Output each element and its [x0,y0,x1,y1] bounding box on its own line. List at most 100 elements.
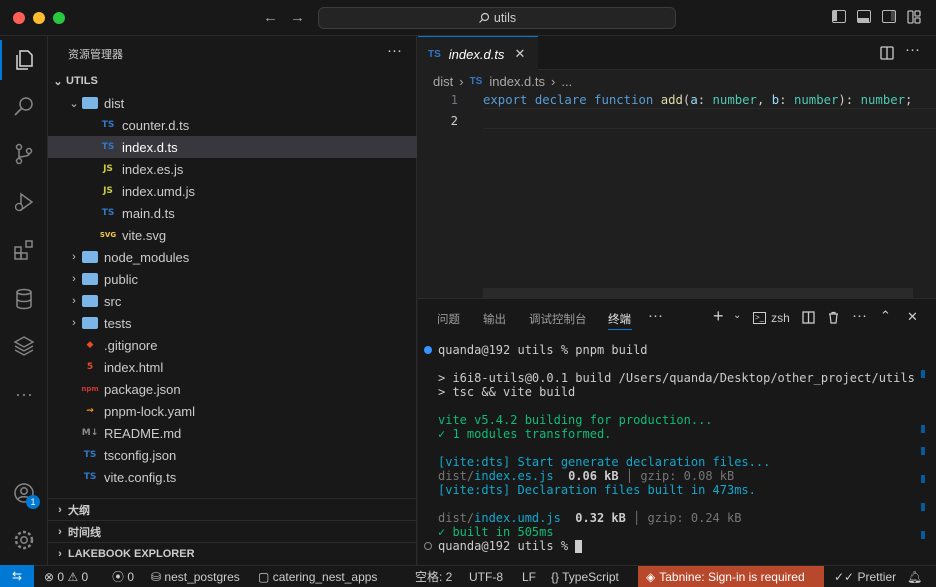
file-item[interactable]: ⇝ pnpm-lock.yaml [48,400,417,422]
editor-more-icon[interactable]: ··· [905,41,920,58]
folder-icon [82,251,98,263]
db-connection-indicator[interactable]: ⛁ nest_postgres [151,569,240,585]
file-item[interactable]: TS vite.config.ts [48,466,417,488]
section-lakebook[interactable]: › LAKEBOOK EXPLORER [48,542,417,564]
horizontal-scrollbar[interactable] [483,288,913,298]
terminal-line: dist/index.es.js 0.06 kB │ gzip: 0.08 kB [438,469,734,483]
tab-terminal[interactable]: 终端 [608,311,631,327]
breadcrumb-file[interactable]: index.d.ts [489,74,545,89]
ts-file-icon: TS [469,76,483,87]
folder-item[interactable]: › public [48,268,417,290]
run-debug-icon[interactable] [0,182,48,222]
terminal-line: > tsc && vite build [438,385,576,399]
active-tab-underline [608,329,632,330]
maximize-panel-chevron-up-icon[interactable]: ⌃ [880,308,891,324]
breadcrumb-symbol[interactable]: ... [561,74,572,89]
file-item[interactable]: npm package.json [48,378,417,400]
close-tab-icon[interactable]: ✕ [514,46,525,62]
prettier-label: Prettier [857,570,897,584]
tree-item-label: index.umd.js [122,183,195,199]
tab-index-d-ts[interactable]: TS index.d.ts ✕ [418,36,538,71]
toggle-panel-icon[interactable] [857,10,871,23]
file-item[interactable]: M↓ README.md [48,422,417,444]
terminal-more-icon[interactable]: ··· [852,307,867,324]
terminal-line: vite v5.4.2 building for production... [438,413,713,427]
split-terminal-icon[interactable] [802,311,815,324]
back-arrow-icon[interactable]: ← [263,9,278,26]
terminal-dropdown-chevron-icon[interactable]: ⌄ [733,310,741,321]
file-item[interactable]: 5 index.html [48,356,417,378]
workspace-root[interactable]: ⌄ UTILS [48,70,417,92]
notifications-bell-icon[interactable]: 🔔︎ [907,569,922,585]
folder-item[interactable]: › src [48,290,417,312]
accounts-icon[interactable]: 1 [0,473,48,513]
section-outline[interactable]: › 大纲 [48,498,417,520]
terminal-line: ✓ built in 505ms [438,525,554,539]
file-item[interactable]: TS counter.d.ts [48,114,417,136]
tree-item-label: vite.svg [122,227,167,243]
more-actions-icon[interactable]: ··· [387,42,402,59]
yaml-file-icon: ⇝ [86,406,94,416]
explorer-icon[interactable] [0,40,48,80]
customize-layout-icon[interactable] [907,10,921,24]
ts-file-icon: TS [83,472,97,482]
maximize-window-button[interactable] [53,12,65,24]
command-center-search[interactable]: utils [318,7,676,29]
terminal-shell-select[interactable]: >_ zsh [753,311,790,325]
double-check-icon: ✓✓ [834,570,855,584]
prettier-indicator[interactable]: ✓✓ Prettier [834,569,896,585]
file-item[interactable]: TS main.d.ts [48,202,417,224]
section-timeline[interactable]: › 时间线 [48,520,417,542]
file-item[interactable]: JS index.umd.js [48,180,417,202]
database-icon[interactable] [0,279,48,319]
terminal-segment: dist/ [438,469,475,483]
terminal-scrollbar-gutter [921,343,925,565]
encoding-indicator[interactable]: UTF-8 [469,569,503,585]
js-file-icon: JS [103,164,113,174]
file-item[interactable]: SVG vite.svg [48,224,417,246]
folder-item[interactable]: › tests [48,312,417,334]
settings-gear-icon[interactable] [0,520,48,560]
toggle-secondary-sidebar-icon[interactable] [882,10,896,23]
file-item[interactable]: TS index.d.ts [48,136,417,158]
tab-problems[interactable]: 问题 [437,311,460,327]
file-item[interactable]: JS index.es.js [48,158,417,180]
tree-item-label: index.html [104,359,164,375]
panel-more-icon[interactable]: ··· [648,307,663,324]
breadcrumb-dist[interactable]: dist [433,74,453,89]
close-window-button[interactable] [13,12,25,24]
problems-indicator[interactable]: ⊗ 0 ⚠ 0 [44,569,88,585]
folder-item[interactable]: › node_modules [48,246,417,268]
folder-icon [82,295,98,307]
minimize-window-button[interactable] [33,12,45,24]
file-item[interactable]: ◆ .gitignore [48,334,417,356]
language-mode-indicator[interactable]: {} TypeScript [551,569,619,585]
remote-indicator-icon[interactable]: ⇆ [0,565,34,587]
code-line-1: export declare function add(a: number, b… [483,93,913,107]
close-panel-icon[interactable]: ✕ [907,309,918,325]
split-editor-icon[interactable] [880,46,894,60]
new-terminal-plus-icon[interactable]: + [713,306,724,327]
trash-icon[interactable] [827,311,840,324]
layers-icon[interactable] [0,326,48,366]
tabnine-status[interactable]: ◈ Tabnine: Sign-in is required [638,566,824,587]
file-item[interactable]: TS tsconfig.json [48,444,417,466]
folder-item[interactable]: ⌄ dist [48,92,417,114]
project-indicator[interactable]: ▢ catering_nest_apps [258,569,377,585]
tab-debug-console[interactable]: 调试控制台 [529,311,587,327]
extensions-icon[interactable] [0,230,48,270]
section-timeline-label: 时间线 [68,526,101,539]
tab-output[interactable]: 输出 [483,311,506,327]
tree-item-label: pnpm-lock.yaml [104,403,196,419]
chevron-down-icon: ⌄ [69,97,79,110]
toggle-primary-sidebar-icon[interactable] [832,10,846,23]
git-file-icon: ◆ [86,340,94,350]
source-control-icon[interactable] [0,134,48,174]
more-icon[interactable]: ··· [0,374,48,414]
line-number: 2 [450,114,458,128]
search-icon[interactable] [0,86,48,126]
ports-indicator[interactable]: ⦿ 0 [112,569,134,585]
indentation-indicator[interactable]: 空格: 2 [415,569,452,585]
forward-arrow-icon[interactable]: → [290,9,305,26]
eol-indicator[interactable]: LF [522,569,536,585]
